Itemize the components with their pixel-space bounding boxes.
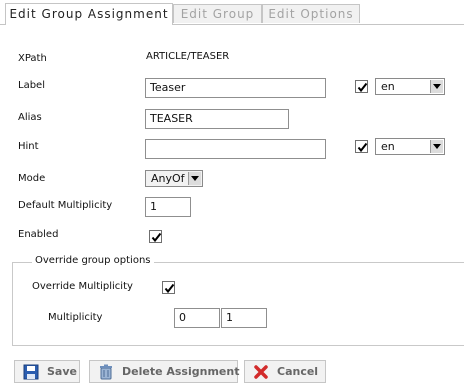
alias-label: Alias bbox=[18, 112, 42, 123]
override-group-fieldset bbox=[12, 262, 464, 346]
cancel-button-label: Cancel bbox=[277, 365, 319, 378]
enabled-label: Enabled bbox=[18, 229, 59, 240]
xpath-value: ARTICLE/TEASER bbox=[146, 51, 230, 62]
save-button[interactable]: Save bbox=[14, 360, 80, 383]
alias-input[interactable]: TEASER bbox=[145, 109, 289, 129]
hint-input[interactable] bbox=[145, 139, 326, 159]
enabled-checkbox[interactable] bbox=[149, 230, 162, 243]
label-field-label: Label bbox=[18, 80, 45, 91]
override-multiplicity-label: Override Multiplicity bbox=[32, 281, 133, 292]
multiplicity-max-input[interactable]: 1 bbox=[221, 308, 267, 328]
hint-language-value: en bbox=[381, 140, 395, 153]
check-icon bbox=[357, 82, 368, 93]
trash-icon bbox=[100, 364, 112, 380]
tab-edit-group-assignment[interactable]: Edit Group Assignment bbox=[5, 3, 173, 25]
check-icon bbox=[164, 283, 175, 294]
tab-bar: Edit Group Assignment Edit Group Edit Op… bbox=[0, 0, 464, 25]
mode-select[interactable]: AnyOf bbox=[145, 170, 203, 187]
xpath-label: XPath bbox=[18, 53, 47, 64]
close-icon bbox=[254, 365, 268, 379]
default-multiplicity-label: Default Multiplicity bbox=[18, 200, 113, 211]
tab-edit-group[interactable]: Edit Group bbox=[173, 4, 262, 23]
override-multiplicity-checkbox[interactable] bbox=[162, 281, 175, 294]
label-translate-checkbox[interactable] bbox=[355, 80, 368, 93]
hint-language-select[interactable]: en bbox=[375, 138, 445, 155]
check-icon bbox=[151, 232, 162, 243]
check-icon bbox=[357, 142, 368, 153]
delete-assignment-button[interactable]: Delete Assignment bbox=[89, 360, 240, 383]
mode-label: Mode bbox=[18, 173, 46, 184]
label-input[interactable]: Teaser bbox=[145, 78, 326, 98]
multiplicity-label: Multiplicity bbox=[48, 312, 103, 323]
default-multiplicity-input[interactable]: 1 bbox=[145, 197, 191, 217]
multiplicity-min-input[interactable]: 0 bbox=[174, 308, 220, 328]
chevron-down-icon bbox=[188, 172, 201, 185]
label-language-select[interactable]: en bbox=[375, 78, 445, 95]
mode-value: AnyOf bbox=[151, 172, 185, 185]
save-button-label: Save bbox=[47, 365, 77, 378]
hint-label: Hint bbox=[18, 141, 39, 152]
label-language-value: en bbox=[381, 80, 395, 93]
chevron-down-icon bbox=[430, 80, 443, 93]
tab-edit-options[interactable]: Edit Options bbox=[262, 4, 360, 23]
delete-assignment-label: Delete Assignment bbox=[122, 365, 240, 378]
override-group-legend: Override group options bbox=[32, 255, 154, 266]
hint-translate-checkbox[interactable] bbox=[355, 140, 368, 153]
chevron-down-icon bbox=[430, 140, 443, 153]
cancel-button[interactable]: Cancel bbox=[244, 360, 326, 383]
save-icon bbox=[23, 364, 39, 380]
